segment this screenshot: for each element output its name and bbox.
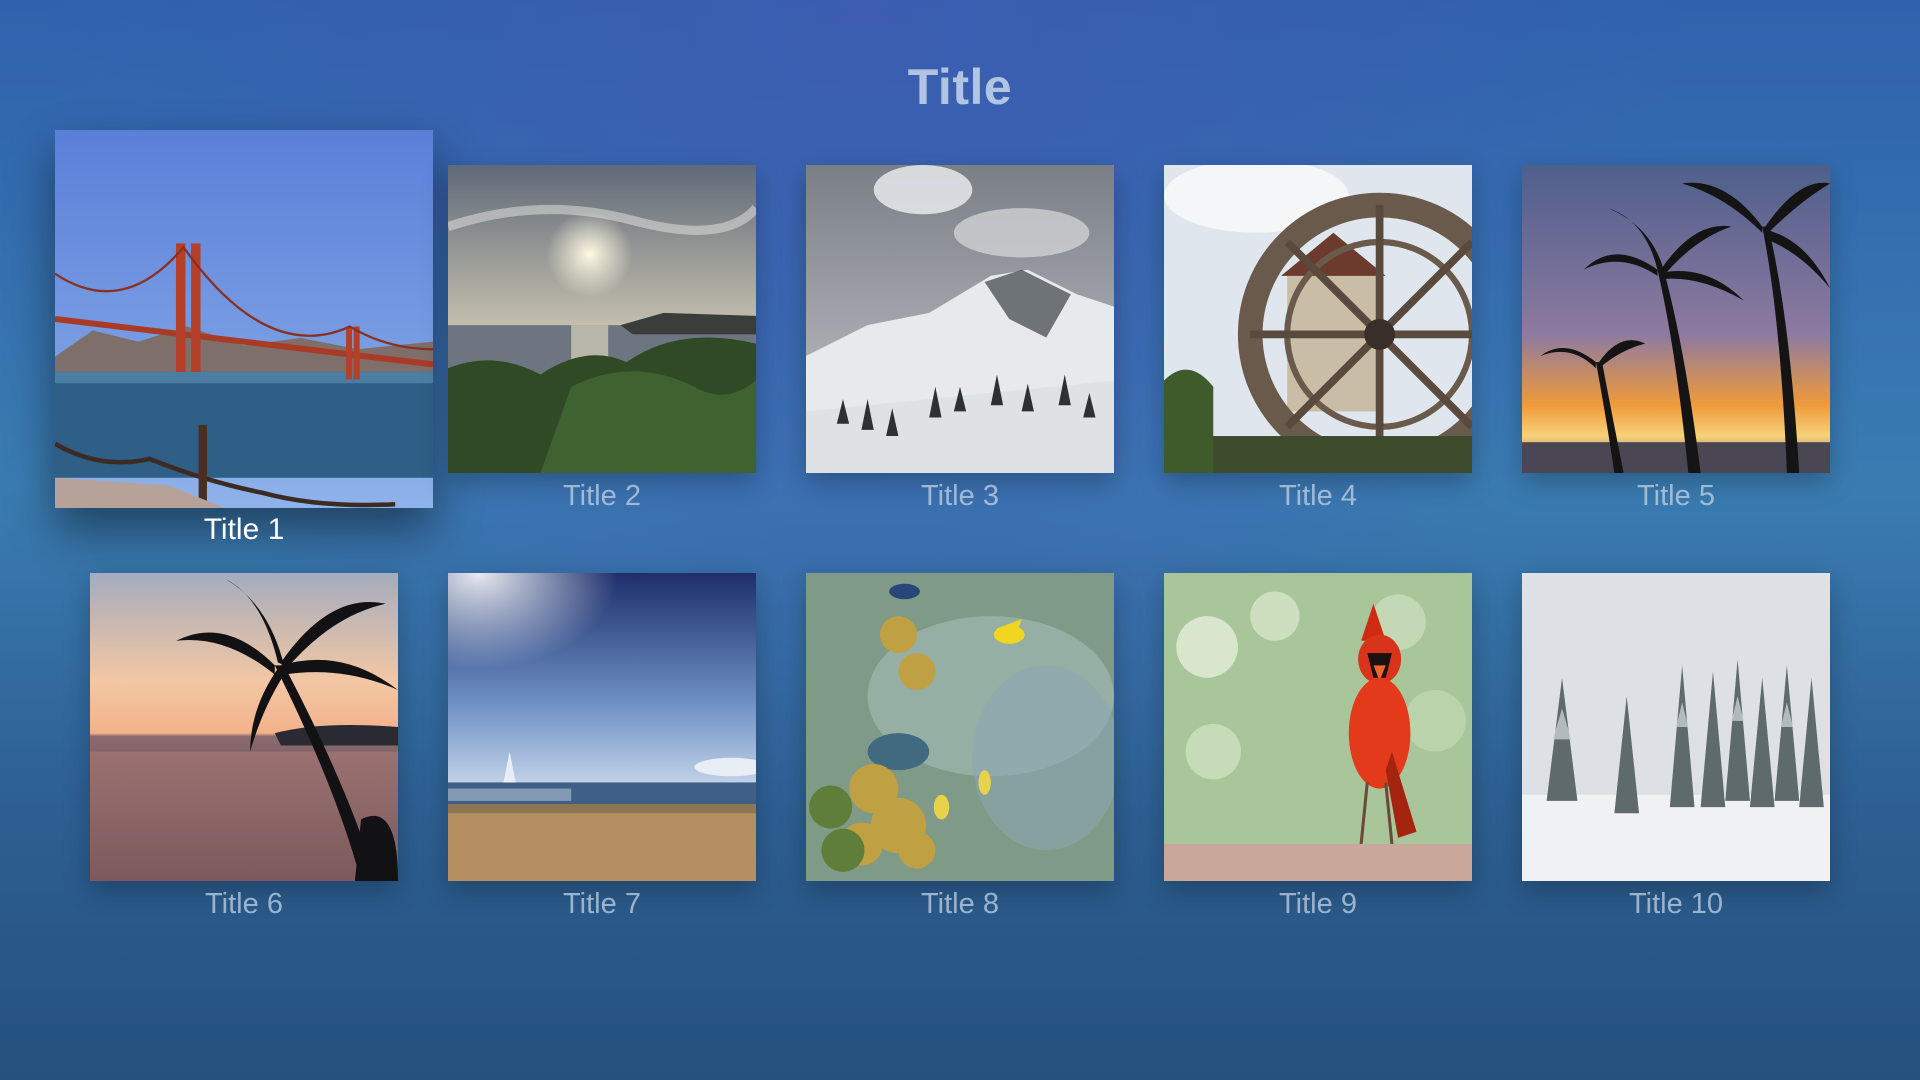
photo-tile-8[interactable] [806,573,1114,881]
photo-caption-4: Title 4 [1279,480,1357,512]
photo-caption-5: Title 5 [1637,480,1715,512]
palm-trees-sunset-photo [1522,165,1830,473]
photo-caption-3: Title 3 [921,480,999,512]
water-wheel-photo [1164,165,1472,473]
snowy-mountain-photo [806,165,1114,473]
photo-caption-8: Title 8 [921,888,999,920]
photo-caption-10: Title 10 [1628,888,1724,920]
page-title: Title [907,59,1013,115]
beach-sailboats-photo [448,573,756,881]
coastal-sunset-photo [448,165,756,473]
photo-tile-4[interactable] [1164,165,1472,473]
photo-tile-6[interactable] [90,573,398,881]
red-cardinal-photo [1164,573,1472,881]
golden-gate-bridge-photo [55,130,433,508]
photo-tile-2[interactable] [448,165,756,473]
photo-tile-3[interactable] [806,165,1114,473]
photo-tile-1[interactable] [55,130,433,508]
photo-tile-9[interactable] [1164,573,1472,881]
photo-tile-5[interactable] [1522,165,1830,473]
photo-caption-2: Title 2 [563,480,641,512]
photo-caption-6: Title 6 [205,888,283,920]
photo-tile-10[interactable] [1522,573,1830,881]
photo-caption-9: Title 9 [1279,888,1357,920]
photo-caption-7: Title 7 [563,888,641,920]
palm-tree-ocean-sunset-photo [90,573,398,881]
photo-caption-1: Title 1 [203,513,285,546]
snowy-forest-photo [1522,573,1830,881]
photo-tile-7[interactable] [448,573,756,881]
coral-reef-fish-photo [806,573,1114,881]
